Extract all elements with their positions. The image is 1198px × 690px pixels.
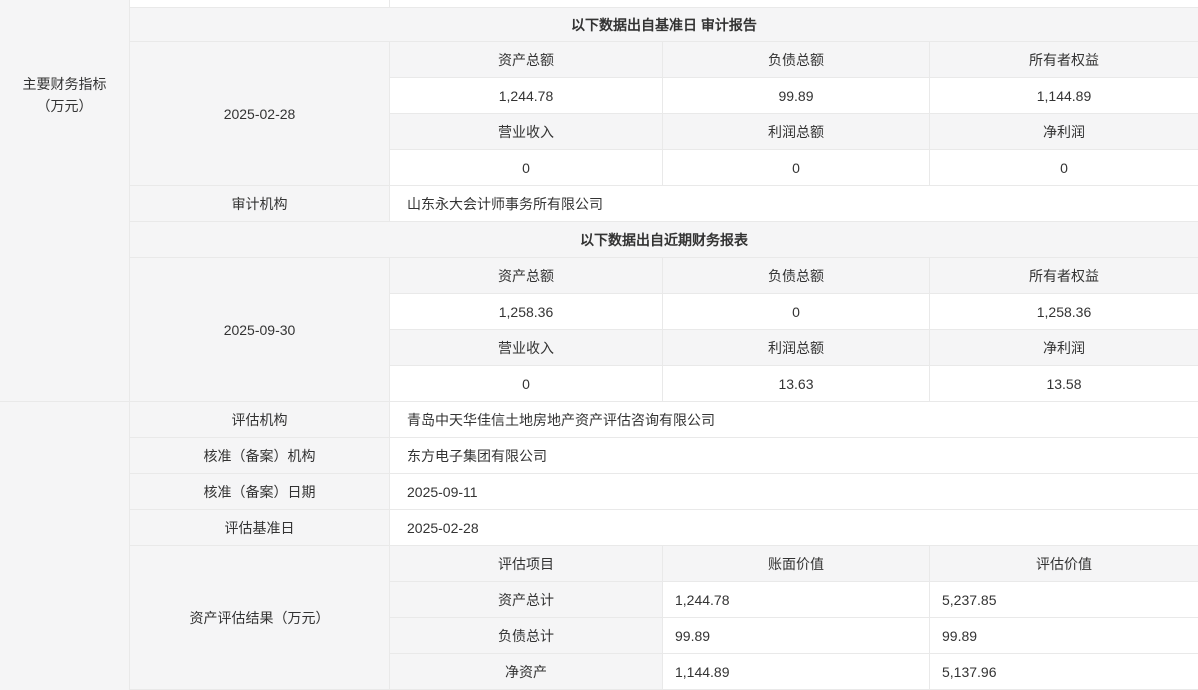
valuation-result-row-liabilities: 负债总计 99.89 99.89 [390, 618, 1198, 654]
valuation-base-date-label: 评估基准日 [130, 510, 390, 546]
col-header-net-profit: 净利润 [930, 114, 1198, 150]
appraised-value-net-assets: 5,137.96 [930, 654, 1198, 690]
col-header-book-value: 账面价值 [663, 546, 930, 582]
col-header-total-assets: 资产总额 [390, 258, 663, 294]
owners-equity-value: 1,258.36 [930, 294, 1198, 330]
band-recent-statements-title: 以下数据出自近期财务报表 [130, 222, 1198, 258]
col-header-total-profit: 利润总额 [663, 114, 930, 150]
band-audit-source: 以下数据出自基准日 审计报告 [130, 8, 1198, 42]
period2-header-row-2: 营业收入 利润总额 净利润 [390, 330, 1198, 366]
operating-revenue-value: 0 [390, 366, 663, 402]
period1-value-row-1: 1,244.78 99.89 1,144.89 [390, 78, 1198, 114]
period2-header-row-1: 资产总额 负债总额 所有者权益 [390, 258, 1198, 294]
col-header-operating-revenue: 营业收入 [390, 114, 663, 150]
col-header-net-profit: 净利润 [930, 330, 1198, 366]
period2-date-cell: 2025-09-30 [130, 258, 390, 402]
approval-org-value: 东方电子集团有限公司 [390, 438, 1198, 474]
owners-equity-value: 1,144.89 [930, 78, 1198, 114]
book-value-total-assets: 1,244.78 [663, 582, 930, 618]
approval-org-label: 核准（备案）机构 [130, 438, 390, 474]
cutoff-label-cell [130, 0, 390, 8]
audit-org-value: 山东永大会计师事务所有限公司 [390, 186, 1198, 222]
valuation-result-row-net-assets: 净资产 1,144.89 5,137.96 [390, 654, 1198, 690]
total-assets-value: 1,244.78 [390, 78, 663, 114]
col-header-operating-revenue: 营业收入 [390, 330, 663, 366]
col-header-total-profit: 利润总额 [663, 330, 930, 366]
net-profit-value: 0 [930, 150, 1198, 186]
period1-date-cell: 2025-02-28 [130, 42, 390, 186]
valuation-org-label: 评估机构 [130, 402, 390, 438]
total-profit-value: 0 [663, 150, 930, 186]
col-header-owners-equity: 所有者权益 [930, 258, 1198, 294]
valuation-item-total-assets: 资产总计 [390, 582, 663, 618]
appraised-value-total-liabilities: 99.89 [930, 618, 1198, 654]
approval-date-row: 核准（备案）日期 2025-09-11 [130, 474, 1198, 510]
valuation-item-total-liabilities: 负债总计 [390, 618, 663, 654]
financial-indicators-label-line2: （万元） [0, 95, 129, 117]
period1-header-row-2: 营业收入 利润总额 净利润 [390, 114, 1198, 150]
approval-date-value: 2025-09-11 [390, 474, 1198, 510]
col-header-owners-equity: 所有者权益 [930, 42, 1198, 78]
total-liabilities-value: 0 [663, 294, 930, 330]
financial-disclosure-table: 主要财务指标 （万元） 资产评估情况 以下数据出自基准日 审计报告 2025-0… [0, 0, 1198, 690]
book-value-net-assets: 1,144.89 [663, 654, 930, 690]
audit-org-row: 审计机构 山东永大会计师事务所有限公司 [130, 186, 1198, 222]
col-header-total-liabilities: 负债总额 [663, 42, 930, 78]
audit-org-label: 审计机构 [130, 186, 390, 222]
valuation-result-header-row: 评估项目 账面价值 评估价值 [390, 546, 1198, 582]
col-header-appraised-value: 评估价值 [930, 546, 1198, 582]
approval-org-row: 核准（备案）机构 东方电子集团有限公司 [130, 438, 1198, 474]
valuation-result-row-assets: 资产总计 1,244.78 5,237.85 [390, 582, 1198, 618]
valuation-item-net-assets: 净资产 [390, 654, 663, 690]
total-liabilities-value: 99.89 [663, 78, 930, 114]
cutoff-value-cell [390, 0, 1198, 8]
col-header-valuation-item: 评估项目 [390, 546, 663, 582]
period2-value-row-1: 1,258.36 0 1,258.36 [390, 294, 1198, 330]
section-financial-indicators: 主要财务指标 （万元） [0, 0, 129, 402]
total-assets-value: 1,258.36 [390, 294, 663, 330]
section-asset-valuation: 资产评估情况 [0, 402, 129, 690]
appraised-value-total-assets: 5,237.85 [930, 582, 1198, 618]
total-profit-value: 13.63 [663, 366, 930, 402]
period1-header-row-1: 资产总额 负债总额 所有者权益 [390, 42, 1198, 78]
financial-indicators-label: 主要财务指标 （万元） [0, 73, 129, 117]
band-audit-source-title: 以下数据出自基准日 审计报告 [130, 8, 1198, 42]
valuation-org-row: 评估机构 青岛中天华佳信土地房地产资产评估咨询有限公司 [130, 402, 1198, 438]
valuation-result-label-cell: 资产评估结果（万元） [130, 546, 390, 690]
row-header-column: 主要财务指标 （万元） 资产评估情况 [0, 0, 130, 690]
band-recent-statements: 以下数据出自近期财务报表 [130, 222, 1198, 258]
period1-value-row-2: 0 0 0 [390, 150, 1198, 186]
col-header-total-assets: 资产总额 [390, 42, 663, 78]
valuation-org-value: 青岛中天华佳信土地房地产资产评估咨询有限公司 [390, 402, 1198, 438]
table-body: 以下数据出自基准日 审计报告 2025-02-28 资产总额 负债总额 所有者权… [130, 0, 1198, 690]
net-profit-value: 13.58 [930, 366, 1198, 402]
valuation-base-date-row: 评估基准日 2025-02-28 [130, 510, 1198, 546]
book-value-total-liabilities: 99.89 [663, 618, 930, 654]
operating-revenue-value: 0 [390, 150, 663, 186]
valuation-base-date-value: 2025-02-28 [390, 510, 1198, 546]
col-header-total-liabilities: 负债总额 [663, 258, 930, 294]
financial-indicators-label-line1: 主要财务指标 [0, 73, 129, 95]
cutoff-row [130, 0, 1198, 8]
period2-value-row-2: 0 13.63 13.58 [390, 366, 1198, 402]
approval-date-label: 核准（备案）日期 [130, 474, 390, 510]
